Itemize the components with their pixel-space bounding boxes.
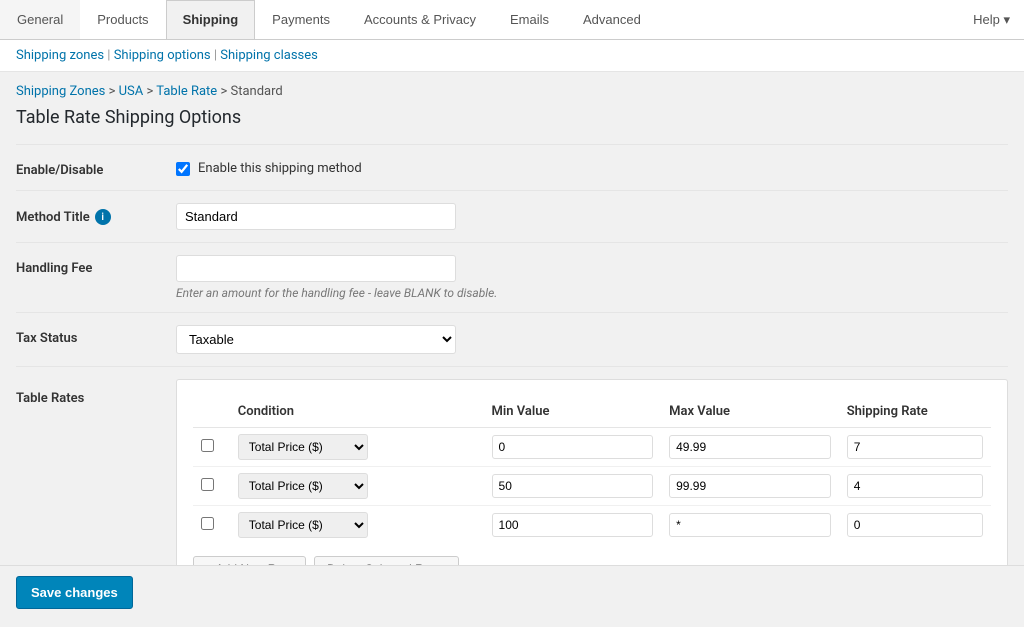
row3-check-cell bbox=[193, 506, 230, 545]
shipping-zones-link[interactable]: Shipping zones bbox=[16, 48, 104, 63]
handling-fee-help: Enter an amount for the handling fee - l… bbox=[176, 286, 1008, 300]
row2-rate-input[interactable] bbox=[847, 474, 983, 498]
row1-min-input[interactable] bbox=[492, 435, 654, 459]
row1-max-input[interactable] bbox=[669, 435, 831, 459]
handling-fee-row: Handling Fee Enter an amount for the han… bbox=[16, 242, 1008, 312]
row3-max-input[interactable] bbox=[669, 513, 831, 537]
method-title-row: Method Title i bbox=[16, 190, 1008, 242]
table-row: Total Price ($) bbox=[193, 506, 991, 545]
main-content: Enable/Disable Enable this shipping meth… bbox=[0, 144, 1024, 627]
tab-payments[interactable]: Payments bbox=[255, 0, 347, 39]
method-title-control bbox=[176, 203, 1008, 230]
tab-accounts-privacy[interactable]: Accounts & Privacy bbox=[347, 0, 493, 39]
handling-fee-control: Enter an amount for the handling fee - l… bbox=[176, 255, 1008, 300]
breadcrumb-usa[interactable]: USA bbox=[119, 84, 144, 99]
row3-min-input[interactable] bbox=[492, 513, 654, 537]
row3-condition-select[interactable]: Total Price ($) bbox=[238, 512, 368, 538]
shipping-classes-link[interactable]: Shipping classes bbox=[220, 48, 318, 63]
breadcrumb-sep3: > bbox=[220, 84, 230, 99]
breadcrumb-current: Standard bbox=[230, 84, 282, 99]
row1-max-cell bbox=[661, 428, 839, 467]
table-row: Total Price ($) bbox=[193, 428, 991, 467]
row2-max-input[interactable] bbox=[669, 474, 831, 498]
tab-shipping[interactable]: Shipping bbox=[166, 0, 256, 39]
rates-table-header: Condition Min Value Max Value Shipping R… bbox=[193, 396, 991, 428]
row3-checkbox[interactable] bbox=[201, 517, 214, 530]
row1-min-cell bbox=[484, 428, 662, 467]
enable-text: Enable this shipping method bbox=[198, 161, 362, 176]
row2-condition-select[interactable]: Total Price ($) bbox=[238, 473, 368, 499]
method-title-label: Method Title i bbox=[16, 203, 176, 225]
handling-fee-label: Handling Fee bbox=[16, 255, 176, 276]
breadcrumb: Shipping Zones > USA > Table Rate > Stan… bbox=[0, 72, 1024, 103]
table-row: Total Price ($) bbox=[193, 467, 991, 506]
enable-label: Enable/Disable bbox=[16, 157, 176, 178]
th-min-value: Min Value bbox=[484, 396, 662, 428]
row2-min-cell bbox=[484, 467, 662, 506]
row1-condition-cell: Total Price ($) bbox=[230, 428, 484, 467]
method-title-input[interactable] bbox=[176, 203, 456, 230]
row2-max-cell bbox=[661, 467, 839, 506]
tab-emails[interactable]: Emails bbox=[493, 0, 566, 39]
row3-rate-cell bbox=[839, 506, 991, 545]
shipping-options-link[interactable]: Shipping options bbox=[114, 48, 211, 63]
breadcrumb-sep2: > bbox=[147, 84, 157, 99]
save-bar: Save changes bbox=[0, 565, 1024, 619]
row3-rate-input[interactable] bbox=[847, 513, 983, 537]
method-title-info-icon[interactable]: i bbox=[95, 209, 111, 225]
th-max-value: Max Value bbox=[661, 396, 839, 428]
row1-condition-select[interactable]: Total Price ($) bbox=[238, 434, 368, 460]
tab-products[interactable]: Products bbox=[80, 0, 165, 39]
rates-table: Condition Min Value Max Value Shipping R… bbox=[193, 396, 991, 544]
handling-fee-input[interactable] bbox=[176, 255, 456, 282]
th-check bbox=[193, 396, 230, 428]
enable-control: Enable this shipping method bbox=[176, 157, 1008, 176]
tab-general[interactable]: General bbox=[0, 0, 80, 39]
row2-check-cell bbox=[193, 467, 230, 506]
enable-checkbox[interactable] bbox=[176, 162, 190, 176]
row1-rate-input[interactable] bbox=[847, 435, 983, 459]
row2-min-input[interactable] bbox=[492, 474, 654, 498]
tax-status-label: Tax Status bbox=[16, 325, 176, 346]
breadcrumb-table-rate[interactable]: Table Rate bbox=[156, 84, 217, 99]
table-rates-label: Table Rates bbox=[16, 379, 176, 406]
row1-rate-cell bbox=[839, 428, 991, 467]
top-bar: General Products Shipping Payments Accou… bbox=[0, 0, 1024, 40]
sub-navigation: Shipping zones | Shipping options | Ship… bbox=[0, 40, 1024, 72]
row2-condition-cell: Total Price ($) bbox=[230, 467, 484, 506]
tab-advanced[interactable]: Advanced bbox=[566, 0, 658, 39]
row2-rate-cell bbox=[839, 467, 991, 506]
save-changes-button[interactable]: Save changes bbox=[16, 576, 133, 609]
tax-status-control: Taxable None bbox=[176, 325, 1008, 354]
tax-status-select[interactable]: Taxable None bbox=[176, 325, 456, 354]
top-tabs: General Products Shipping Payments Accou… bbox=[0, 0, 658, 39]
page-title: Table Rate Shipping Options bbox=[0, 103, 1024, 144]
row3-condition-cell: Total Price ($) bbox=[230, 506, 484, 545]
breadcrumb-shipping-zones[interactable]: Shipping Zones bbox=[16, 84, 105, 99]
th-condition: Condition bbox=[230, 396, 484, 428]
tax-status-row: Tax Status Taxable None bbox=[16, 312, 1008, 366]
row1-check-cell bbox=[193, 428, 230, 467]
row1-checkbox[interactable] bbox=[201, 439, 214, 452]
row2-checkbox[interactable] bbox=[201, 478, 214, 491]
th-shipping-rate: Shipping Rate bbox=[839, 396, 991, 428]
breadcrumb-sep1: > bbox=[109, 84, 119, 99]
help-button[interactable]: Help ▾ bbox=[959, 0, 1024, 39]
enable-row: Enable/Disable Enable this shipping meth… bbox=[16, 144, 1008, 190]
row3-max-cell bbox=[661, 506, 839, 545]
row3-min-cell bbox=[484, 506, 662, 545]
